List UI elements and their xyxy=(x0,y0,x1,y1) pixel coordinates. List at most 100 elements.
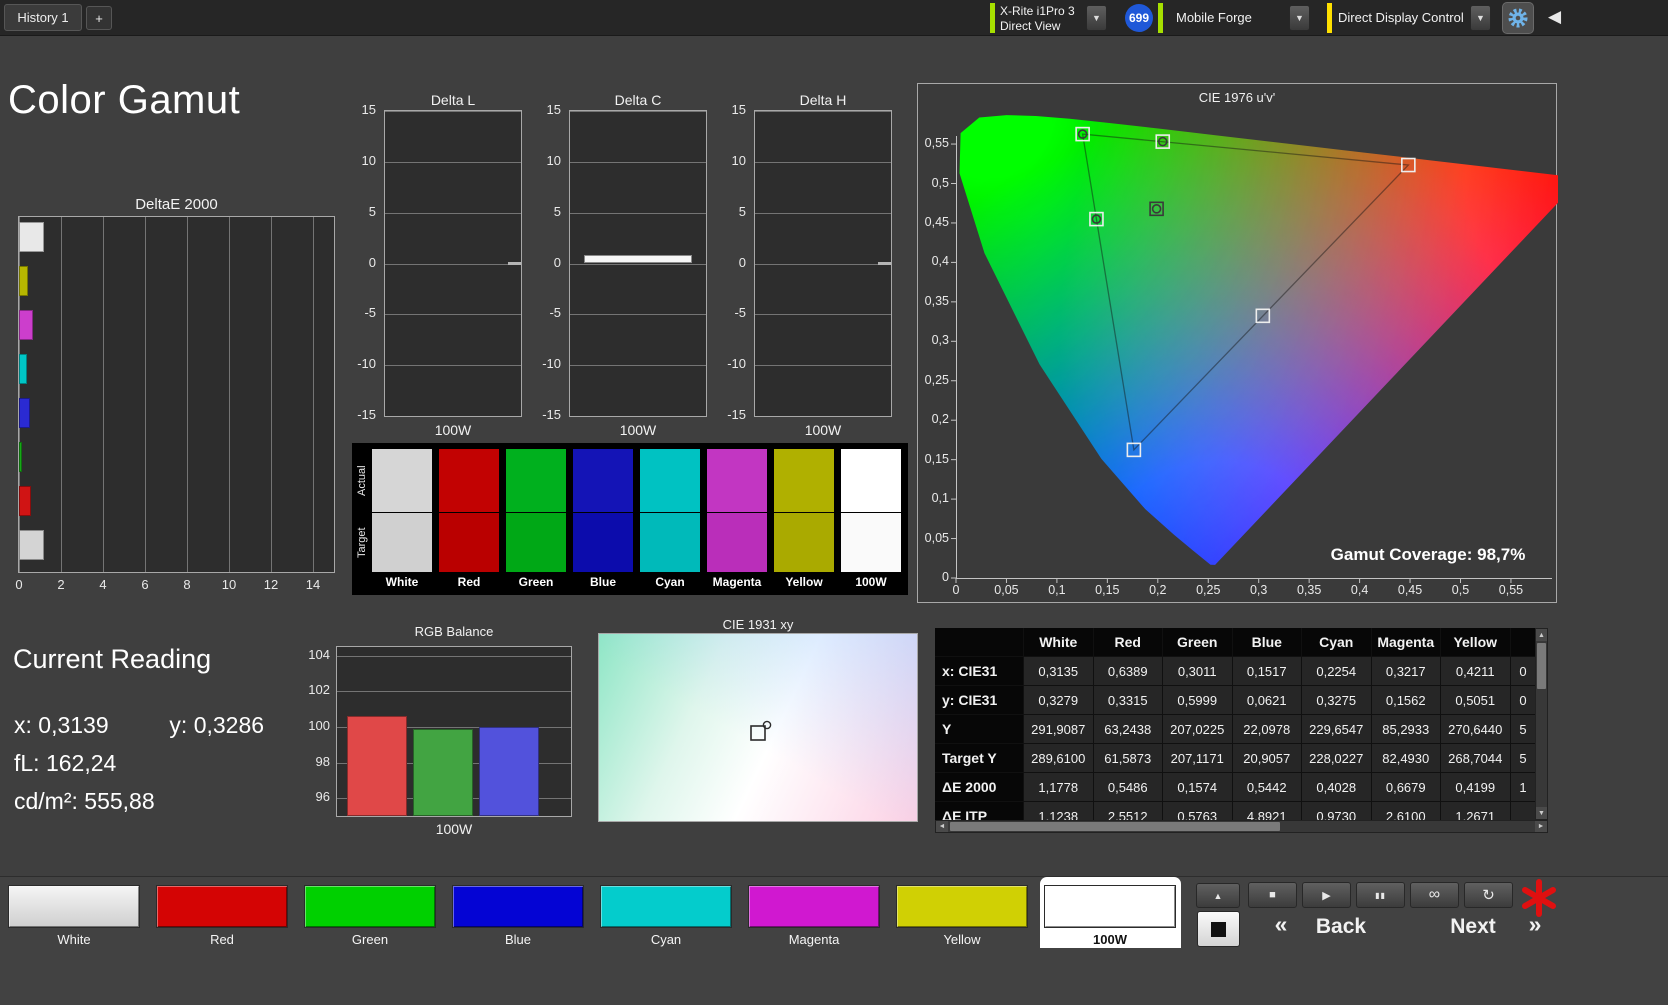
y-tick-label: 0,3 xyxy=(931,333,949,348)
plus-icon: + xyxy=(95,10,103,26)
actual-swatch-red xyxy=(439,449,499,512)
x-tick-label: 14 xyxy=(305,577,321,592)
target-row-label: Target xyxy=(356,527,368,558)
table-hscrollbar[interactable]: ◄ ► xyxy=(935,820,1548,833)
pattern-button-red[interactable] xyxy=(156,885,288,928)
target-swatch-magenta xyxy=(707,513,767,572)
gridline xyxy=(755,416,891,417)
deltaL-ylabels: 15 10 5 0 -5 -10 -15 xyxy=(344,102,380,422)
deltaL-zero-tick xyxy=(508,262,521,265)
pattern-source-dropdown-button[interactable]: ▼ xyxy=(1289,5,1310,31)
source-status-stripe xyxy=(1158,3,1163,33)
play-button[interactable]: ▶ xyxy=(1302,882,1351,908)
meter-dropdown-button[interactable]: ▼ xyxy=(1086,5,1107,31)
y-label: y: xyxy=(169,712,188,738)
delta-l-chart: Delta L 15 10 5 0 -5 -10 -15 100W xyxy=(344,92,522,444)
pattern-button-blue[interactable] xyxy=(452,885,584,928)
gridline xyxy=(385,161,521,163)
delta-l-title: Delta L xyxy=(430,92,476,108)
table-cell: 0 xyxy=(1510,657,1535,686)
table-cell: 85,2933 xyxy=(1371,715,1441,744)
table-cell: 0,1562 xyxy=(1371,686,1441,715)
cie1976-chart: CIE 1976 u'v' 0 0,05 0,1 0,15 0,2 0,25 0,3 0,35… xyxy=(917,83,1558,603)
back-button[interactable]: Back xyxy=(1298,915,1384,939)
scroll-left-icon[interactable]: ◄ xyxy=(936,821,948,832)
settings-button[interactable] xyxy=(1502,2,1534,34)
pattern-button-magenta[interactable] xyxy=(748,885,880,928)
pattern-button-cyan[interactable] xyxy=(600,885,732,928)
add-tab-button[interactable]: + xyxy=(86,6,112,30)
pattern-button-100w[interactable] xyxy=(1044,885,1176,928)
deltae-bar-yellow xyxy=(19,266,28,296)
table-cell: 207,1171 xyxy=(1163,744,1233,773)
loop-icon: ∞ xyxy=(1428,886,1441,903)
scroll-down-icon[interactable]: ▼ xyxy=(1536,807,1547,819)
x-tick-label: 10 xyxy=(221,577,237,592)
pattern-button-green[interactable] xyxy=(304,885,436,928)
window-pattern-button[interactable] xyxy=(1197,911,1240,947)
hscroll-thumb[interactable] xyxy=(950,822,1280,831)
table-header xyxy=(935,628,1024,657)
gamut-coverage: Gamut Coverage: 98,7% xyxy=(1308,545,1548,565)
delta-h-chart: Delta H 15 10 5 0 -5 -10 -15 100W xyxy=(714,92,892,444)
deltae-bar-magenta xyxy=(19,310,34,340)
loop-button[interactable]: ∞ xyxy=(1410,882,1459,908)
deltaC-bar-100w xyxy=(584,255,692,264)
pause-button[interactable]: ▮▮ xyxy=(1356,882,1405,908)
y-tick-label: 0,5 xyxy=(931,175,949,190)
pattern-source-dropdown[interactable]: Mobile Forge xyxy=(1176,10,1252,25)
meter-dropdown-line1[interactable]: X-Rite i1Pro 3 xyxy=(1000,4,1075,18)
cie-xlabels: 0 0,05 0,1 0,15 0,2 0,25 0,3 0,35 0,4 0,45 0,5 0,55 xyxy=(918,583,1558,601)
table-header: Yellow xyxy=(1441,628,1511,657)
deltae2000-title: DeltaE 2000 xyxy=(135,196,218,213)
collapse-left-icon: ◀ xyxy=(1548,7,1562,26)
display-control-dropdown-button[interactable]: ▼ xyxy=(1470,5,1491,31)
display-control-dropdown[interactable]: Direct Display Control xyxy=(1338,10,1464,25)
gridline xyxy=(337,691,571,693)
deltaH-zero-tick xyxy=(878,262,891,265)
page-title: Color Gamut xyxy=(8,78,241,122)
scroll-up-icon[interactable]: ▲ xyxy=(1536,629,1547,641)
pattern-label-yellow: Yellow xyxy=(943,932,981,947)
scroll-right-icon[interactable]: ► xyxy=(1535,821,1547,832)
table-cell: 1,1778 xyxy=(1024,773,1094,802)
gamut-coverage-value: 98,7% xyxy=(1477,545,1526,564)
current-reading-fl: fL: 162,24 xyxy=(14,750,116,777)
stop-button[interactable]: ■ xyxy=(1248,882,1297,908)
table-cell: 228,0227 xyxy=(1302,744,1372,773)
table-vscrollbar[interactable]: ▲ ▼ xyxy=(1535,628,1548,820)
back-chevron-icon[interactable]: « xyxy=(1266,911,1296,938)
y-tick-label: 0,35 xyxy=(924,293,949,308)
deltae-bar-cyan xyxy=(19,354,28,384)
play-icon: ▶ xyxy=(1322,889,1331,902)
meter-dropdown-line2[interactable]: Direct View xyxy=(1000,19,1060,33)
actual-swatch-yellow xyxy=(774,449,834,512)
table-cell: 5 xyxy=(1510,744,1535,773)
table-cell: 2,6100 xyxy=(1371,802,1441,820)
table-cell: 0,1517 xyxy=(1232,657,1302,686)
table-header: Red xyxy=(1093,628,1163,657)
y-tick-label: 0 xyxy=(553,254,561,270)
refresh-button[interactable]: ↻ xyxy=(1464,882,1513,908)
table-cell: 0,3217 xyxy=(1371,657,1441,686)
deltae-bar-red xyxy=(19,486,31,516)
y-tick-label: 5 xyxy=(368,203,376,219)
pause-icon: ▮▮ xyxy=(1375,890,1386,900)
pattern-button-yellow[interactable] xyxy=(896,885,1028,928)
y-tick-label: 0,4 xyxy=(931,254,949,269)
vscroll-thumb[interactable] xyxy=(1537,643,1546,689)
results-table: White Red Green Blue Cyan Magenta Yellow x: CIE… xyxy=(935,628,1548,833)
next-chevron-icon[interactable]: » xyxy=(1520,911,1550,938)
pattern-up-button[interactable]: ▲ xyxy=(1196,883,1240,908)
table-cell: 0,3135 xyxy=(1024,657,1094,686)
table-cell: 0,3279 xyxy=(1024,686,1094,715)
pattern-button-white[interactable] xyxy=(8,885,140,928)
next-button[interactable]: Next xyxy=(1430,915,1516,939)
collapse-panel-arrow[interactable]: ◀ xyxy=(1548,7,1561,27)
x-tick-label: 0,35 xyxy=(1296,583,1322,597)
tab-history-1[interactable]: History 1 xyxy=(4,4,82,31)
x-label: x: xyxy=(14,712,32,738)
delta-c-chart: Delta C 15 10 5 0 -5 -10 -15 100W xyxy=(529,92,707,444)
x-tick-label: 0 xyxy=(15,577,23,592)
spectral-locus-horseshoe xyxy=(959,115,1558,565)
